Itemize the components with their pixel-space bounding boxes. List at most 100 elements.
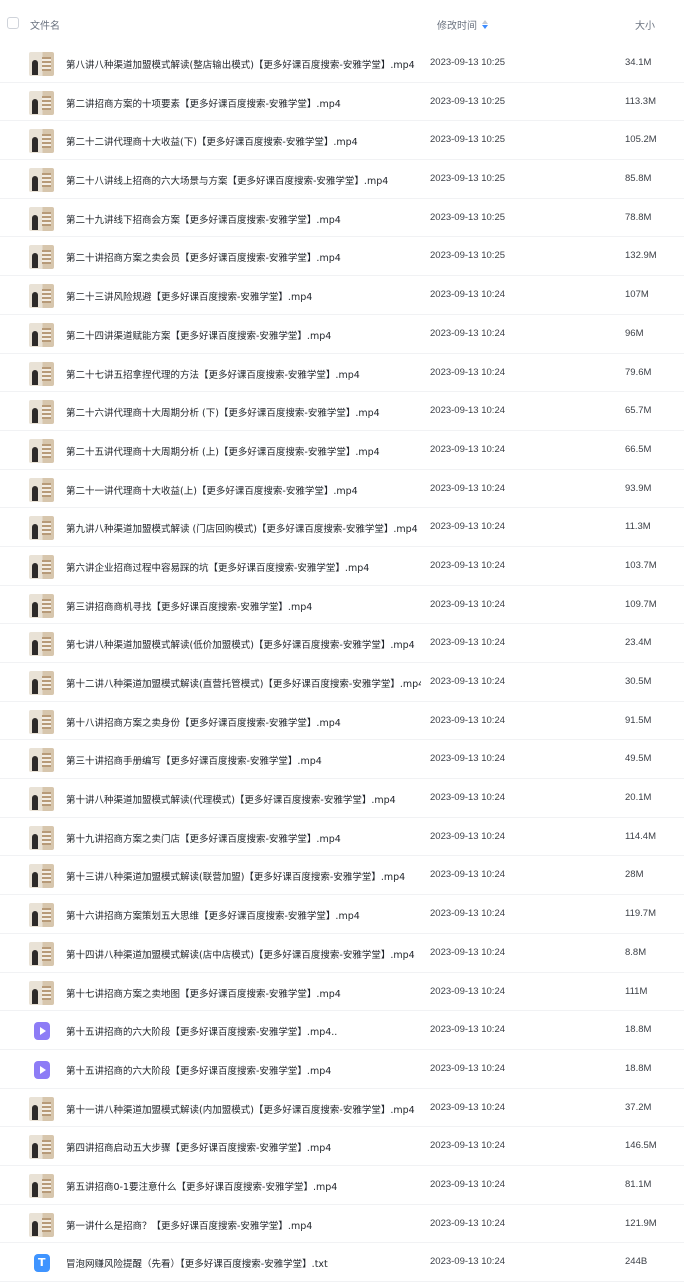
file-name[interactable]: 第三讲招商商机寻找【更多好课百度搜索-安雅学堂】.mp4 xyxy=(66,599,312,613)
file-row[interactable]: 第二十三讲风险规避【更多好课百度搜索-安雅学堂】.mp4 2023-09-13 1… xyxy=(0,276,684,315)
file-row[interactable]: 第十五讲招商的六大阶段【更多好课百度搜索-安雅学堂】.mp4.. 2023-09-… xyxy=(0,1011,684,1050)
file-name[interactable]: 第十五讲招商的六大阶段【更多好课百度搜索-安雅学堂】.mp4 xyxy=(66,1063,331,1077)
video-thumbnail-icon xyxy=(29,516,54,541)
file-name[interactable]: 第三十讲招商手册编写【更多好课百度搜索-安雅学堂】.mp4 xyxy=(66,753,322,767)
file-row[interactable]: 第九讲八种渠道加盟模式解读 (门店回购模式)【更多好课百度搜索-安雅学堂】.mp… xyxy=(0,508,684,547)
file-name[interactable]: 第二十二讲代理商十大收益(下)【更多好课百度搜索-安雅学堂】.mp4 xyxy=(66,134,358,148)
file-row[interactable]: 第五讲招商0-1要注意什么【更多好课百度搜索-安雅学堂】.mp4 2023-09-… xyxy=(0,1166,684,1205)
file-row[interactable]: 第二十讲招商方案之卖会员【更多好课百度搜索-安雅学堂】.mp4 2023-09-1… xyxy=(0,237,684,277)
file-list: 第八讲八种渠道加盟模式解读(整店输出模式)【更多好课百度搜索-安雅学堂】.mp4… xyxy=(0,44,684,1282)
file-row[interactable]: 第二十二讲代理商十大收益(下)【更多好课百度搜索-安雅学堂】.mp4 2023-0… xyxy=(0,121,684,161)
file-modified-date: 2023-09-13 10:24 xyxy=(430,830,506,842)
file-row[interactable]: 第十二讲八种渠道加盟模式解读(直营托管模式)【更多好课百度搜索-安雅学堂】.mp… xyxy=(0,663,684,702)
file-name[interactable]: 第二十八讲线上招商的六大场景与方案【更多好课百度搜索-安雅学堂】.mp4 xyxy=(66,173,388,187)
file-name[interactable]: 第二讲招商方案的十项要素【更多好课百度搜索-安雅学堂】.mp4 xyxy=(66,96,341,110)
file-row[interactable]: 第八讲八种渠道加盟模式解读(整店输出模式)【更多好课百度搜索-安雅学堂】.mp4… xyxy=(0,44,684,83)
file-row[interactable]: 冒泡网赚风险提醒（先看）【更多好课百度搜索-安雅学堂】.txt 2023-09-1… xyxy=(0,1243,684,1282)
file-size: 103.7M xyxy=(625,559,657,571)
file-name[interactable]: 第八讲八种渠道加盟模式解读(整店输出模式)【更多好课百度搜索-安雅学堂】.mp4 xyxy=(66,57,415,71)
file-row[interactable]: 第二讲招商方案的十项要素【更多好课百度搜索-安雅学堂】.mp4 2023-09-1… xyxy=(0,83,684,122)
video-thumbnail-icon xyxy=(29,941,54,966)
file-row[interactable]: 第二十七讲五招拿捏代理的方法【更多好课百度搜索-安雅学堂】.mp4 2023-09… xyxy=(0,354,684,393)
file-name[interactable]: 第七讲八种渠道加盟模式解读(低价加盟模式)【更多好课百度搜索-安雅学堂】.mp4 xyxy=(66,637,415,651)
file-name[interactable]: 第二十七讲五招拿捏代理的方法【更多好课百度搜索-安雅学堂】.mp4 xyxy=(66,367,360,381)
column-header-date[interactable]: 修改时间 xyxy=(437,17,489,32)
file-row[interactable]: 第二十八讲线上招商的六大场景与方案【更多好课百度搜索-安雅学堂】.mp4 2023… xyxy=(0,160,684,199)
column-header-name[interactable]: 文件名 xyxy=(30,17,60,32)
file-name[interactable]: 第十九讲招商方案之卖门店【更多好课百度搜索-安雅学堂】.mp4 xyxy=(66,831,341,845)
file-name[interactable]: 第十七讲招商方案之卖地图【更多好课百度搜索-安雅学堂】.mp4 xyxy=(66,986,341,1000)
file-name[interactable]: 第二十讲招商方案之卖会员【更多好课百度搜索-安雅学堂】.mp4 xyxy=(66,250,341,264)
file-modified-date: 2023-09-13 10:24 xyxy=(430,985,506,997)
file-row[interactable]: 第三十讲招商手册编写【更多好课百度搜索-安雅学堂】.mp4 2023-09-13 … xyxy=(0,740,684,780)
file-size: 30.5M xyxy=(625,676,652,687)
file-size: 79.6M xyxy=(625,366,652,378)
file-row[interactable]: 第三讲招商商机寻找【更多好课百度搜索-安雅学堂】.mp4 2023-09-13 1… xyxy=(0,586,684,625)
file-row[interactable]: 第十九讲招商方案之卖门店【更多好课百度搜索-安雅学堂】.mp4 2023-09-1… xyxy=(0,818,684,857)
file-row[interactable]: 第十五讲招商的六大阶段【更多好课百度搜索-安雅学堂】.mp4 2023-09-13… xyxy=(0,1050,684,1089)
file-name[interactable]: 第二十三讲风险规避【更多好课百度搜索-安雅学堂】.mp4 xyxy=(66,289,312,303)
file-size: 244B xyxy=(625,1256,648,1268)
file-row[interactable]: 第二十一讲代理商十大收益(上)【更多好课百度搜索-安雅学堂】.mp4 2023-0… xyxy=(0,470,684,509)
file-name[interactable]: 第十六讲招商方案策划五大思维【更多好课百度搜索-安雅学堂】.mp4 xyxy=(66,908,360,922)
file-name[interactable]: 第十讲八种渠道加盟模式解读(代理模式)【更多好课百度搜索-安雅学堂】.mp4 xyxy=(66,792,396,806)
video-thumbnail-icon xyxy=(29,632,54,657)
file-row[interactable]: 第十三讲八种渠道加盟模式解读(联营加盟)【更多好课百度搜索-安雅学堂】.mp4 2… xyxy=(0,856,684,896)
file-size: 132.9M xyxy=(625,250,657,262)
file-name[interactable]: 第五讲招商0-1要注意什么【更多好课百度搜索-安雅学堂】.mp4 xyxy=(66,1179,337,1193)
file-row[interactable]: 第二十四讲渠道赋能方案【更多好课百度搜索-安雅学堂】.mp4 2023-09-13… xyxy=(0,315,684,354)
file-row[interactable]: 第一讲什么是招商？【更多好课百度搜索-安雅学堂】.mp4 2023-09-13 1… xyxy=(0,1205,684,1244)
file-name[interactable]: 第二十五讲代理商十大周期分析 (上)【更多好课百度搜索-安雅学堂】.mp4 xyxy=(66,444,380,458)
file-row[interactable]: 第二十六讲代理商十大周期分析 (下)【更多好课百度搜索-安雅学堂】.mp4 202… xyxy=(0,392,684,431)
video-thumbnail-icon xyxy=(29,168,54,193)
file-name[interactable]: 第十一讲八种渠道加盟模式解读(内加盟模式)【更多好课百度搜索-安雅学堂】.mp4 xyxy=(66,1102,415,1116)
file-size: 114.4M xyxy=(625,830,656,842)
file-name[interactable]: 第二十九讲线下招商会方案【更多好课百度搜索-安雅学堂】.mp4 xyxy=(66,212,341,226)
file-name[interactable]: 第二十四讲渠道赋能方案【更多好课百度搜索-安雅学堂】.mp4 xyxy=(66,328,331,342)
file-modified-date: 2023-09-13 10:25 xyxy=(430,95,506,107)
file-row[interactable]: 第十讲八种渠道加盟模式解读(代理模式)【更多好课百度搜索-安雅学堂】.mp4 20… xyxy=(0,779,684,818)
file-row[interactable]: 第二十五讲代理商十大周期分析 (上)【更多好课百度搜索-安雅学堂】.mp4 202… xyxy=(0,431,684,470)
file-name[interactable]: 第十四讲八种渠道加盟模式解读(店中店模式)【更多好课百度搜索-安雅学堂】.mp4 xyxy=(66,947,415,961)
column-header-size[interactable]: 大小 xyxy=(635,17,655,32)
video-thumbnail-icon xyxy=(29,980,54,1005)
select-all-checkbox[interactable] xyxy=(7,17,19,29)
file-modified-date: 2023-09-13 10:24 xyxy=(430,1256,506,1268)
video-thumbnail-icon xyxy=(29,477,54,502)
file-name[interactable]: 第四讲招商启动五大步骤【更多好课百度搜索-安雅学堂】.mp4 xyxy=(66,1140,331,1154)
file-row[interactable]: 第六讲企业招商过程中容易踩的坑【更多好课百度搜索-安雅学堂】.mp4 2023-0… xyxy=(0,547,684,586)
file-modified-date: 2023-09-13 10:25 xyxy=(430,134,506,146)
file-row[interactable]: 第十六讲招商方案策划五大思维【更多好课百度搜索-安雅学堂】.mp4 2023-09… xyxy=(0,895,684,934)
file-modified-date: 2023-09-13 10:24 xyxy=(430,289,506,301)
file-row[interactable]: 第十七讲招商方案之卖地图【更多好课百度搜索-安雅学堂】.mp4 2023-09-1… xyxy=(0,973,684,1012)
file-row[interactable]: 第十八讲招商方案之卖身份【更多好课百度搜索-安雅学堂】.mp4 2023-09-1… xyxy=(0,702,684,741)
file-name[interactable]: 第十八讲招商方案之卖身份【更多好课百度搜索-安雅学堂】.mp4 xyxy=(66,715,341,729)
file-modified-date: 2023-09-13 10:25 xyxy=(430,250,506,262)
file-size: 105.2M xyxy=(625,134,657,146)
file-name[interactable]: 第十三讲八种渠道加盟模式解读(联营加盟)【更多好课百度搜索-安雅学堂】.mp4 xyxy=(66,869,405,883)
file-row[interactable]: 第七讲八种渠道加盟模式解读(低价加盟模式)【更多好课百度搜索-安雅学堂】.mp4… xyxy=(0,624,684,663)
file-name[interactable]: 第六讲企业招商过程中容易踩的坑【更多好课百度搜索-安雅学堂】.mp4 xyxy=(66,560,369,574)
file-row[interactable]: 第二十九讲线下招商会方案【更多好课百度搜索-安雅学堂】.mp4 2023-09-1… xyxy=(0,199,684,238)
video-thumbnail-icon xyxy=(29,361,54,386)
video-thumbnail-icon xyxy=(29,1135,54,1160)
file-size: 91.5M xyxy=(625,714,652,726)
video-thumbnail-icon xyxy=(29,1173,54,1198)
file-row[interactable]: 第十四讲八种渠道加盟模式解读(店中店模式)【更多好课百度搜索-安雅学堂】.mp4… xyxy=(0,934,684,973)
file-name[interactable]: 第十二讲八种渠道加盟模式解读(直营托管模式)【更多好课百度搜索-安雅学堂】.mp… xyxy=(66,676,421,690)
file-name[interactable]: 冒泡网赚风险提醒（先看）【更多好课百度搜索-安雅学堂】.txt xyxy=(66,1256,328,1270)
sort-icon[interactable] xyxy=(481,19,489,30)
file-row[interactable]: 第十一讲八种渠道加盟模式解读(内加盟模式)【更多好课百度搜索-安雅学堂】.mp4… xyxy=(0,1089,684,1128)
file-name[interactable]: 第二十一讲代理商十大收益(上)【更多好课百度搜索-安雅学堂】.mp4 xyxy=(66,483,358,497)
video-thumbnail-icon xyxy=(29,864,54,889)
file-name[interactable]: 第二十六讲代理商十大周期分析 (下)【更多好课百度搜索-安雅学堂】.mp4 xyxy=(66,405,380,419)
file-name[interactable]: 第一讲什么是招商？【更多好课百度搜索-安雅学堂】.mp4 xyxy=(66,1218,312,1232)
file-name[interactable]: 第十五讲招商的六大阶段【更多好课百度搜索-安雅学堂】.mp4.. xyxy=(66,1024,337,1038)
file-modified-date: 2023-09-13 10:24 xyxy=(430,327,506,339)
file-modified-date: 2023-09-13 10:24 xyxy=(430,405,506,417)
file-row[interactable]: 第四讲招商启动五大步骤【更多好课百度搜索-安雅学堂】.mp4 2023-09-13… xyxy=(0,1127,684,1166)
file-modified-date: 2023-09-13 10:24 xyxy=(430,946,506,958)
file-size: 146.5M xyxy=(625,1140,657,1152)
file-name[interactable]: 第九讲八种渠道加盟模式解读 (门店回购模式)【更多好课百度搜索-安雅学堂】.mp… xyxy=(66,521,418,535)
file-modified-date: 2023-09-13 10:24 xyxy=(430,482,506,494)
